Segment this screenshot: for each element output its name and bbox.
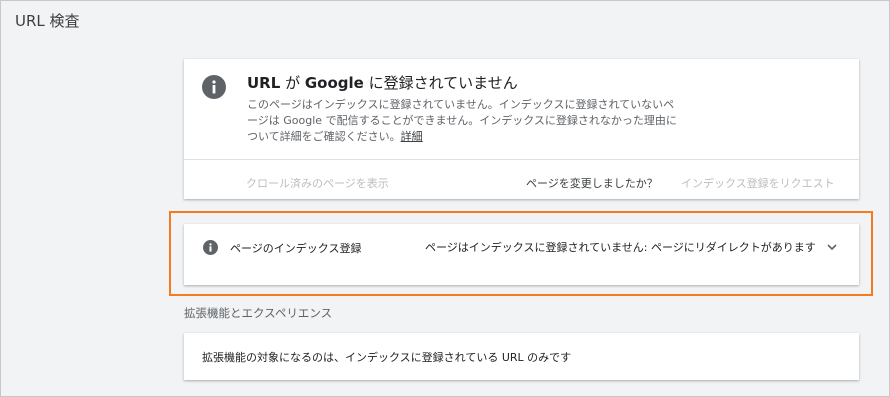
heading-not-registered: に登録されていません	[363, 74, 518, 92]
status-description: このページはインデックスに登録されていません。インデックスに登録されていないペー…	[247, 97, 682, 145]
status-heading: URL が Google に登録されていません	[247, 72, 518, 93]
status-description-text: このページはインデックスに登録されていません。インデックスに登録されていないペー…	[247, 98, 677, 143]
app-frame: URL 検査 URL が Google に登録されていません このページはインデ…	[0, 0, 890, 397]
page-indexing-status: ページはインデックスに登録されていません: ページにリダイレクトがあります	[425, 241, 816, 254]
page-indexing-row[interactable]: ページのインデックス登録 ページはインデックスに登録されていません: ページにリ…	[184, 224, 859, 285]
enhancements-card: 拡張機能の対象になるのは、インデックスに登録されている URL のみです	[184, 333, 859, 380]
info-icon	[202, 75, 226, 99]
page-indexing-label: ページのインデックス登録	[230, 242, 362, 255]
enhancements-note: 拡張機能の対象になるのは、インデックスに登録されている URL のみです	[202, 351, 572, 364]
heading-ga: が	[280, 74, 305, 92]
view-crawled-page-button[interactable]: クロール済みのページを表示	[246, 175, 389, 191]
info-icon	[203, 240, 218, 255]
index-status-card: URL が Google に登録されていません このページはインデックスに登録さ…	[184, 59, 859, 199]
chevron-down-icon[interactable]	[824, 239, 840, 255]
page-changed-question: ページを変更しましたか？	[526, 177, 658, 190]
divider	[184, 159, 859, 160]
enhancements-heading: 拡張機能とエクスペリエンス	[184, 306, 333, 320]
heading-google: Google	[304, 74, 364, 92]
request-indexing-button[interactable]: インデックス登録をリクエスト	[681, 175, 835, 191]
page-title: URL 検査	[15, 12, 80, 30]
learn-more-link[interactable]: 詳細	[401, 130, 423, 143]
heading-url: URL	[247, 74, 281, 92]
